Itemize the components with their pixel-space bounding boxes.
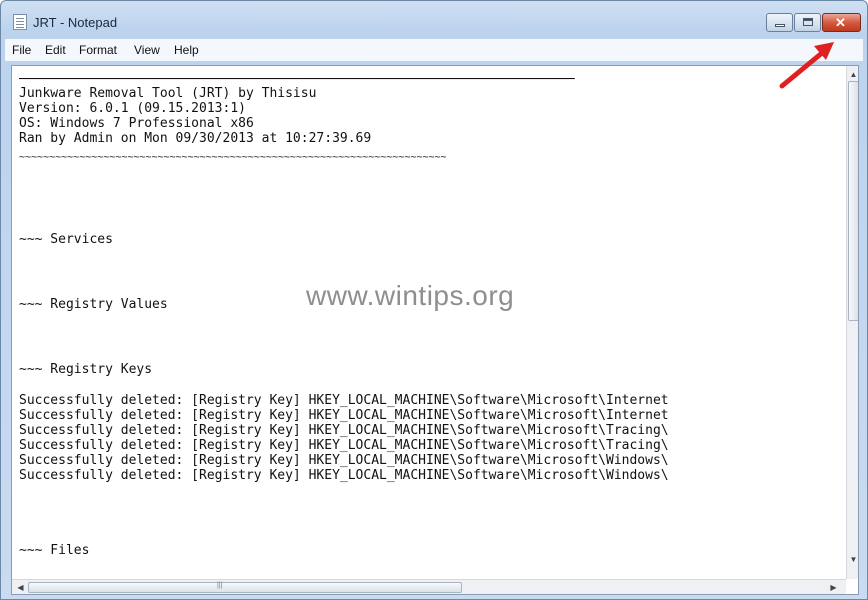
scroll-left-arrow-icon[interactable]: ◀: [15, 582, 26, 593]
minimize-button[interactable]: [766, 13, 793, 32]
menu-help[interactable]: Help: [174, 43, 199, 57]
deleted-line: Successfully deleted: [Registry Key] HKE…: [19, 408, 669, 423]
deleted-line: Successfully deleted: [Registry Key] HKE…: [19, 453, 669, 468]
section-files: ~~~ Files: [19, 543, 90, 558]
os-line: OS: Windows 7 Professional x86: [19, 116, 254, 131]
deleted-line: Successfully deleted: [Registry Key] HKE…: [19, 438, 669, 453]
vertical-scrollbar[interactable]: ▲ ▼: [846, 66, 858, 579]
menu-edit[interactable]: Edit: [45, 43, 66, 57]
menu-format[interactable]: Format: [79, 43, 117, 57]
maximize-icon: [803, 18, 813, 26]
deleted-line: Successfully deleted: [Registry Key] HKE…: [19, 423, 669, 438]
title-bar[interactable]: JRT - Notepad ✕: [1, 1, 867, 37]
version-line: Version: 6.0.1 (09.15.2013:1): [19, 101, 246, 116]
section-services: ~~~ Services: [19, 232, 113, 247]
section-registry-keys: ~~~ Registry Keys: [19, 362, 153, 377]
scroll-down-arrow-icon[interactable]: ▼: [849, 554, 858, 565]
horizontal-scroll-thumb[interactable]: [28, 582, 462, 593]
text-editor[interactable]: ────────────────────────────────────────…: [11, 65, 859, 595]
menu-file[interactable]: File: [12, 43, 31, 57]
separator-top: ────────────────────────────────────────…: [19, 72, 575, 87]
annotation-arrow-icon: [779, 42, 834, 89]
window-title: JRT - Notepad: [33, 15, 118, 30]
section-registry-values: ~~~ Registry Values: [19, 297, 168, 312]
header-line: Junkware Removal Tool (JRT) by Thisisu: [19, 86, 317, 101]
watermark-text: www.wintips.org: [306, 280, 515, 311]
ran-by-line: Ran by Admin on Mon 09/30/2013 at 10:27:…: [19, 131, 372, 146]
vertical-scroll-thumb[interactable]: [848, 81, 858, 321]
maximize-button[interactable]: [794, 13, 821, 32]
scroll-grip-icon: |||: [217, 582, 223, 589]
scroll-up-arrow-icon[interactable]: ▲: [849, 69, 858, 80]
menu-bar: File Edit Format View Help: [5, 39, 863, 62]
deleted-line: Successfully deleted: [Registry Key] HKE…: [19, 468, 669, 483]
menu-view[interactable]: View: [134, 43, 160, 57]
scroll-right-arrow-icon[interactable]: ▶: [828, 582, 839, 593]
close-button[interactable]: ✕: [822, 13, 861, 32]
notepad-icon: [13, 14, 27, 30]
separator-bottom: ~~~~~~~~~~~~~~~~~~~~~~~~~~~~~~~~~~~~~~~~…: [19, 152, 447, 163]
horizontal-scrollbar[interactable]: ◀ ||| ▶: [12, 579, 846, 594]
document-text: ────────────────────────────────────────…: [19, 70, 839, 570]
close-icon: ✕: [835, 15, 846, 30]
deleted-line: Successfully deleted: [Registry Key] HKE…: [19, 393, 669, 408]
minimize-icon: [775, 24, 785, 27]
